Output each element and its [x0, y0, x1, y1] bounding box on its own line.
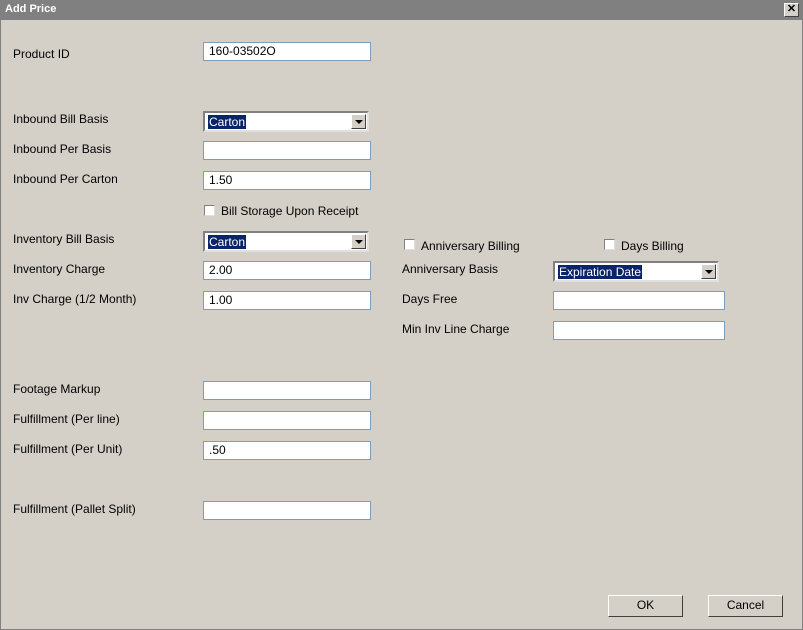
min-inv-line-charge-input[interactable] — [553, 321, 725, 340]
inbound-bill-basis-label: Inbound Bill Basis — [13, 112, 109, 126]
inbound-per-basis-label: Inbound Per Basis — [13, 142, 112, 156]
bill-storage-upon-receipt-label: Bill Storage Upon Receipt — [221, 204, 359, 218]
product-id-input[interactable]: 160-03502O — [203, 42, 371, 61]
chevron-down-icon[interactable] — [351, 114, 366, 129]
cancel-button[interactable]: Cancel — [708, 595, 783, 617]
chevron-down-icon[interactable] — [351, 234, 366, 249]
bill-storage-upon-receipt-checkbox[interactable] — [204, 205, 215, 216]
fulfillment-per-line-input[interactable] — [203, 411, 371, 430]
inventory-bill-basis-select[interactable]: Carton — [203, 231, 369, 252]
inbound-bill-basis-select[interactable]: Carton — [203, 111, 369, 132]
inventory-charge-label: Inventory Charge — [13, 262, 106, 276]
min-inv-line-charge-label: Min Inv Line Charge — [402, 322, 510, 336]
anniversary-billing-label: Anniversary Billing — [421, 239, 520, 253]
anniversary-basis-select[interactable]: Expiration Date — [553, 261, 719, 282]
inventory-bill-basis-value: Carton — [208, 235, 247, 249]
footage-markup-label: Footage Markup — [13, 382, 101, 396]
product-id-label: Product ID — [13, 47, 70, 61]
fulfillment-per-line-label: Fulfillment (Per line) — [13, 412, 120, 426]
inbound-bill-basis-value: Carton — [208, 115, 247, 129]
close-icon[interactable]: ✕ — [784, 3, 799, 17]
fulfillment-per-unit-input[interactable]: .50 — [203, 441, 371, 460]
fulfillment-pallet-split-label: Fulfillment (Pallet Split) — [13, 502, 136, 516]
inventory-charge-input[interactable]: 2.00 — [203, 261, 371, 280]
inbound-per-carton-label: Inbound Per Carton — [13, 172, 118, 186]
chevron-down-icon[interactable] — [701, 264, 716, 279]
anniversary-billing-checkbox[interactable] — [404, 239, 415, 250]
inbound-per-carton-input[interactable]: 1.50 — [203, 171, 371, 190]
ok-button[interactable]: OK — [608, 595, 683, 617]
fulfillment-pallet-split-input[interactable] — [203, 501, 371, 520]
fulfillment-per-unit-label: Fulfillment (Per Unit) — [13, 442, 123, 456]
inv-charge-half-month-input[interactable]: 1.00 — [203, 291, 371, 310]
inv-charge-half-month-label: Inv Charge (1/2 Month) — [13, 292, 137, 306]
add-price-dialog: Add Price ✕ Product ID 160-03502O Inboun… — [0, 0, 803, 630]
days-free-input[interactable] — [553, 291, 725, 310]
days-billing-checkbox[interactable] — [604, 239, 615, 250]
footage-markup-input[interactable] — [203, 381, 371, 400]
title-bar[interactable]: Add Price ✕ — [1, 1, 802, 20]
inventory-bill-basis-label: Inventory Bill Basis — [13, 232, 115, 246]
anniversary-basis-value: Expiration Date — [558, 265, 643, 279]
days-billing-label: Days Billing — [621, 239, 684, 253]
inbound-per-basis-input[interactable] — [203, 141, 371, 160]
anniversary-basis-label: Anniversary Basis — [402, 262, 499, 276]
days-free-label: Days Free — [402, 292, 458, 306]
dialog-title: Add Price — [5, 3, 57, 15]
